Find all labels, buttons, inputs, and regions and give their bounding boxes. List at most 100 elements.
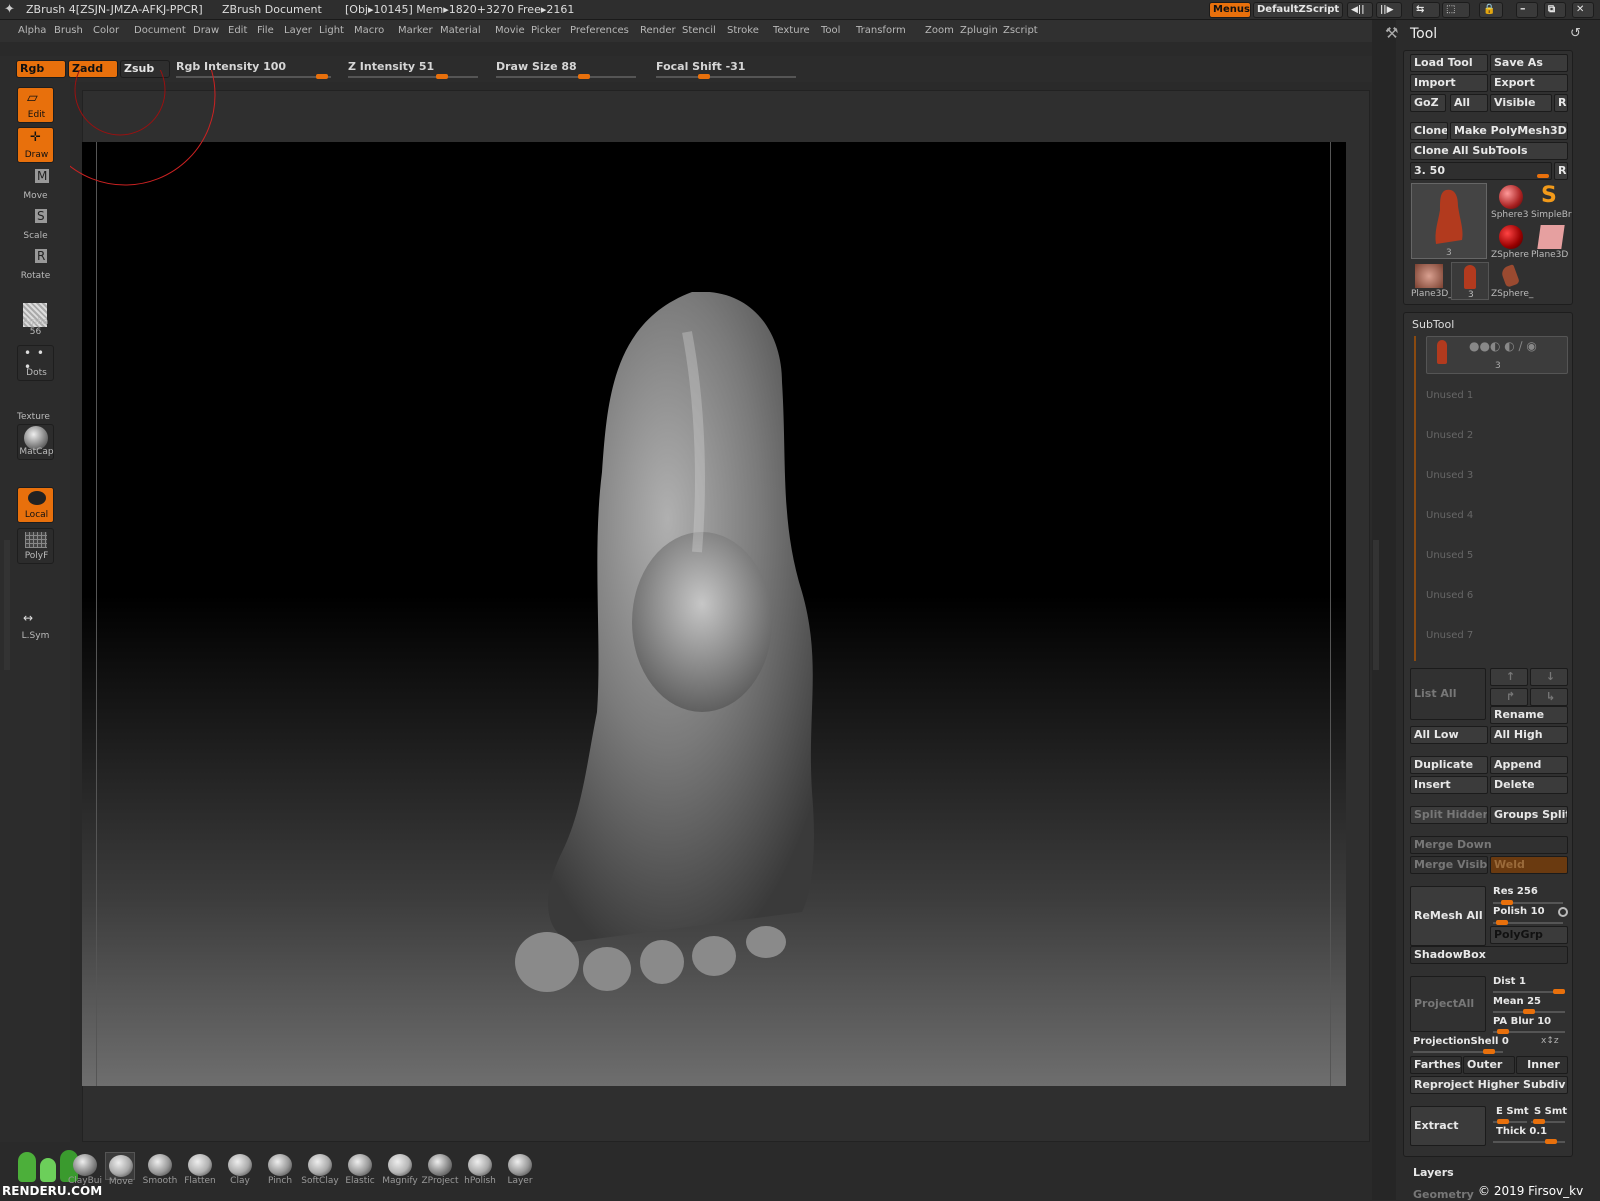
import-button[interactable]: Import — [1410, 74, 1488, 92]
s-smt-slider[interactable] — [1531, 1119, 1565, 1124]
e-smt-label[interactable]: E Smt — [1496, 1106, 1529, 1117]
split-hidden-button[interactable]: Split Hidden — [1410, 806, 1488, 824]
menu-transform[interactable]: Transform — [856, 25, 906, 36]
shadowbox-button[interactable]: ShadowBox — [1410, 946, 1568, 964]
layout-prev-icon[interactable]: ◀|| — [1347, 2, 1373, 18]
weld-toggle[interactable]: Weld — [1490, 856, 1568, 874]
z-intensity-knob[interactable] — [436, 74, 448, 79]
tool-thumb-sphere3d[interactable]: Sphere3 — [1491, 183, 1529, 221]
subtool-unused-6[interactable]: Unused 6 — [1426, 590, 1473, 601]
dist-slider[interactable] — [1493, 989, 1565, 994]
move-left-button[interactable]: ↳ — [1530, 688, 1568, 706]
menu-zoom[interactable]: Zoom — [925, 25, 954, 36]
projection-shell-knob[interactable] — [1483, 1049, 1495, 1054]
geometry-section-title[interactable]: Geometry — [1413, 1188, 1474, 1201]
brush-layer[interactable]: Layer — [505, 1152, 535, 1186]
draw-size-slider[interactable] — [496, 74, 636, 79]
subtool-unused-5[interactable]: Unused 5 — [1426, 550, 1473, 561]
matcap-button[interactable]: MatCap — [17, 424, 54, 460]
merge-visible-button[interactable]: Merge Visible — [1410, 856, 1488, 874]
thick-slider[interactable] — [1493, 1139, 1565, 1144]
clone-button[interactable]: Clone — [1410, 122, 1448, 140]
s-smt-label[interactable]: S Smt — [1534, 1106, 1567, 1117]
polygrp-toggle[interactable]: PolyGrp — [1490, 926, 1568, 944]
menu-macro[interactable]: Macro — [354, 25, 384, 36]
res-label[interactable]: Res 256 — [1493, 886, 1538, 897]
append-button[interactable]: Append — [1490, 756, 1568, 774]
draw-size-knob[interactable] — [578, 74, 590, 79]
menu-movie[interactable]: Movie — [495, 25, 525, 36]
rename-button[interactable]: Rename — [1490, 706, 1568, 724]
extract-button[interactable]: Extract — [1410, 1106, 1486, 1146]
all-low-button[interactable]: All Low — [1410, 726, 1488, 744]
menu-material[interactable]: Material — [440, 25, 481, 36]
tool-thumb-foot-small[interactable]: 3 — [1451, 262, 1489, 300]
menu-layer[interactable]: Layer — [284, 25, 312, 36]
rgb-intensity-knob[interactable] — [316, 74, 328, 79]
move-down-button[interactable]: ↓ — [1530, 668, 1568, 686]
move-right-button[interactable]: ↱ — [1490, 688, 1528, 706]
make-polymesh-button[interactable]: Make PolyMesh3D — [1450, 122, 1568, 140]
subtool-toggle-icons[interactable]: ●●◐ ◐ ∕ ◉ — [1469, 339, 1537, 353]
tool-thumb-plane3d-copy[interactable]: Plane3D_ — [1411, 262, 1453, 300]
rotate-button[interactable]: R Rotate — [17, 247, 54, 283]
menu-alpha[interactable]: Alpha — [18, 25, 46, 36]
tool-thumb-simplebrush[interactable]: S SimpleBr — [1531, 183, 1572, 221]
tool-size-r-button[interactable]: R — [1554, 162, 1568, 180]
subtool-unused-2[interactable]: Unused 2 — [1426, 430, 1473, 441]
lsym-button[interactable]: ↔ L.Sym — [17, 607, 54, 643]
tool-size-knob[interactable] — [1537, 174, 1549, 178]
brush-softclay[interactable]: SoftClay — [301, 1152, 339, 1186]
pa-blur-slider[interactable] — [1493, 1029, 1565, 1034]
pa-blur-knob[interactable] — [1497, 1029, 1509, 1034]
polyframe-button[interactable]: PolyF — [17, 528, 54, 564]
edit-button[interactable]: ▱ Edit — [17, 87, 54, 123]
menu-color[interactable]: Color — [93, 25, 119, 36]
goz-visible-button[interactable]: Visible — [1490, 94, 1552, 112]
remesh-all-button[interactable]: ReMesh All — [1410, 886, 1486, 946]
scale-button[interactable]: S Scale — [17, 207, 54, 243]
menu-light[interactable]: Light — [319, 25, 344, 36]
projectall-button[interactable]: ProjectAll — [1410, 976, 1486, 1032]
menu-marker[interactable]: Marker — [398, 25, 433, 36]
merge-down-button[interactable]: Merge Down — [1410, 836, 1568, 854]
brush-pinch[interactable]: Pinch — [265, 1152, 295, 1186]
restore-icon[interactable]: ⧉ — [1544, 2, 1566, 18]
close-icon[interactable]: ✕ — [1572, 2, 1594, 18]
res-slider[interactable] — [1493, 900, 1563, 905]
menu-brush[interactable]: Brush — [54, 25, 83, 36]
tool-size-slider[interactable]: 3. 50 — [1410, 162, 1552, 180]
menu-picker[interactable]: Picker — [531, 25, 561, 36]
brush-claybui[interactable]: ClayBui — [68, 1152, 102, 1186]
menus-button[interactable]: Menus — [1209, 2, 1251, 18]
local-button[interactable]: Local — [17, 487, 54, 523]
outer-button[interactable]: Outer — [1463, 1056, 1515, 1074]
mean-knob[interactable] — [1523, 1009, 1535, 1014]
projection-shell-slider[interactable] — [1413, 1049, 1503, 1054]
menu-zscript[interactable]: Zscript — [1003, 25, 1038, 36]
menu-tool[interactable]: Tool — [821, 25, 840, 36]
alpha-button[interactable]: Alpha 56 — [17, 303, 54, 339]
thick-knob[interactable] — [1545, 1139, 1557, 1144]
clone-all-subtools-button[interactable]: Clone All SubTools — [1410, 142, 1568, 160]
stroke-dots-button[interactable]: • • • Dots — [17, 345, 54, 381]
menu-render[interactable]: Render — [640, 25, 676, 36]
draw-button[interactable]: ✛ Draw — [17, 127, 54, 163]
brush-move[interactable]: Move — [105, 1152, 135, 1187]
window-layout-icon[interactable]: ⬚ — [1442, 2, 1470, 18]
polish-knob[interactable] — [1496, 920, 1508, 925]
projection-shell-label[interactable]: ProjectionShell 0 — [1413, 1036, 1509, 1047]
minimize-icon[interactable]: – — [1516, 2, 1538, 18]
e-smt-knob[interactable] — [1497, 1119, 1509, 1124]
tool-thumb-zsphere-copy[interactable]: ZSphere_ — [1491, 262, 1533, 300]
panel-reset-icon[interactable]: ↺ — [1570, 26, 1581, 41]
brush-smooth[interactable]: Smooth — [143, 1152, 177, 1186]
delete-button[interactable]: Delete — [1490, 776, 1568, 794]
menu-edit[interactable]: Edit — [228, 25, 247, 36]
subtool-unused-1[interactable]: Unused 1 — [1426, 390, 1473, 401]
menu-zplugin[interactable]: Zplugin — [960, 25, 998, 36]
texture-label[interactable]: Texture — [17, 412, 50, 422]
dist-label[interactable]: Dist 1 — [1493, 976, 1526, 987]
polish-circle-icon[interactable] — [1558, 907, 1568, 917]
z-intensity-slider[interactable] — [348, 74, 478, 79]
